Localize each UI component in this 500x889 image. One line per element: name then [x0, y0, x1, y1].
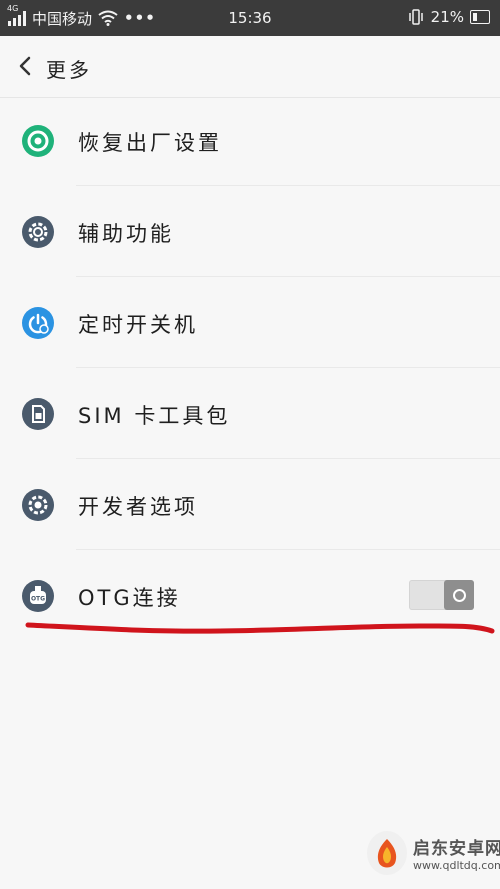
watermark-url: www.qdltdq.com	[413, 859, 500, 872]
battery-icon	[470, 10, 490, 24]
app-header: 更多	[0, 36, 500, 98]
settings-list: 恢复出厂设置 辅助功能 定时开关机 SIM 卡工具包 开发者选项 OTG OTG…	[0, 95, 500, 641]
vibrate-icon	[408, 9, 423, 25]
watermark-name: 启东安卓网	[413, 839, 500, 859]
accessibility-gear-icon	[22, 216, 54, 248]
list-item-label: SIM 卡工具包	[78, 404, 231, 428]
battery-percent: 21%	[430, 8, 464, 26]
otg-icon: OTG	[22, 580, 54, 612]
factory-reset-icon	[22, 125, 54, 157]
list-item-sim-toolkit[interactable]: SIM 卡工具包	[0, 368, 500, 459]
red-annotation-underline	[25, 622, 495, 634]
toggle-knob	[444, 580, 474, 610]
list-item-label: 定时开关机	[78, 313, 198, 337]
sim-card-icon	[22, 398, 54, 430]
list-item-label: 辅助功能	[78, 222, 174, 246]
page-title: 更多	[46, 58, 92, 82]
list-item-factory-reset[interactable]: 恢复出厂设置	[0, 95, 500, 186]
list-item-accessibility[interactable]: 辅助功能	[0, 186, 500, 277]
status-right: 21%	[407, 8, 490, 26]
scheduled-power-icon	[22, 307, 54, 339]
otg-toggle-switch[interactable]	[409, 580, 474, 610]
developer-gear-icon	[22, 489, 54, 521]
watermark: 启东安卓网 www.qdltdq.com	[367, 823, 500, 883]
list-item-scheduled-power[interactable]: 定时开关机	[0, 277, 500, 368]
watermark-text: 启东安卓网 www.qdltdq.com	[413, 834, 500, 872]
list-item-label: 恢复出厂设置	[78, 131, 222, 155]
status-bar: 4G 中国移动 ••• 15:36 21%	[0, 0, 500, 36]
list-item-label: OTG连接	[78, 586, 181, 610]
list-item-label: 开发者选项	[78, 495, 198, 519]
list-item-developer-options[interactable]: 开发者选项	[0, 459, 500, 550]
svg-text:OTG: OTG	[31, 596, 45, 603]
chevron-left-icon	[19, 56, 31, 76]
back-button[interactable]	[10, 51, 40, 81]
watermark-logo-icon	[367, 831, 407, 875]
